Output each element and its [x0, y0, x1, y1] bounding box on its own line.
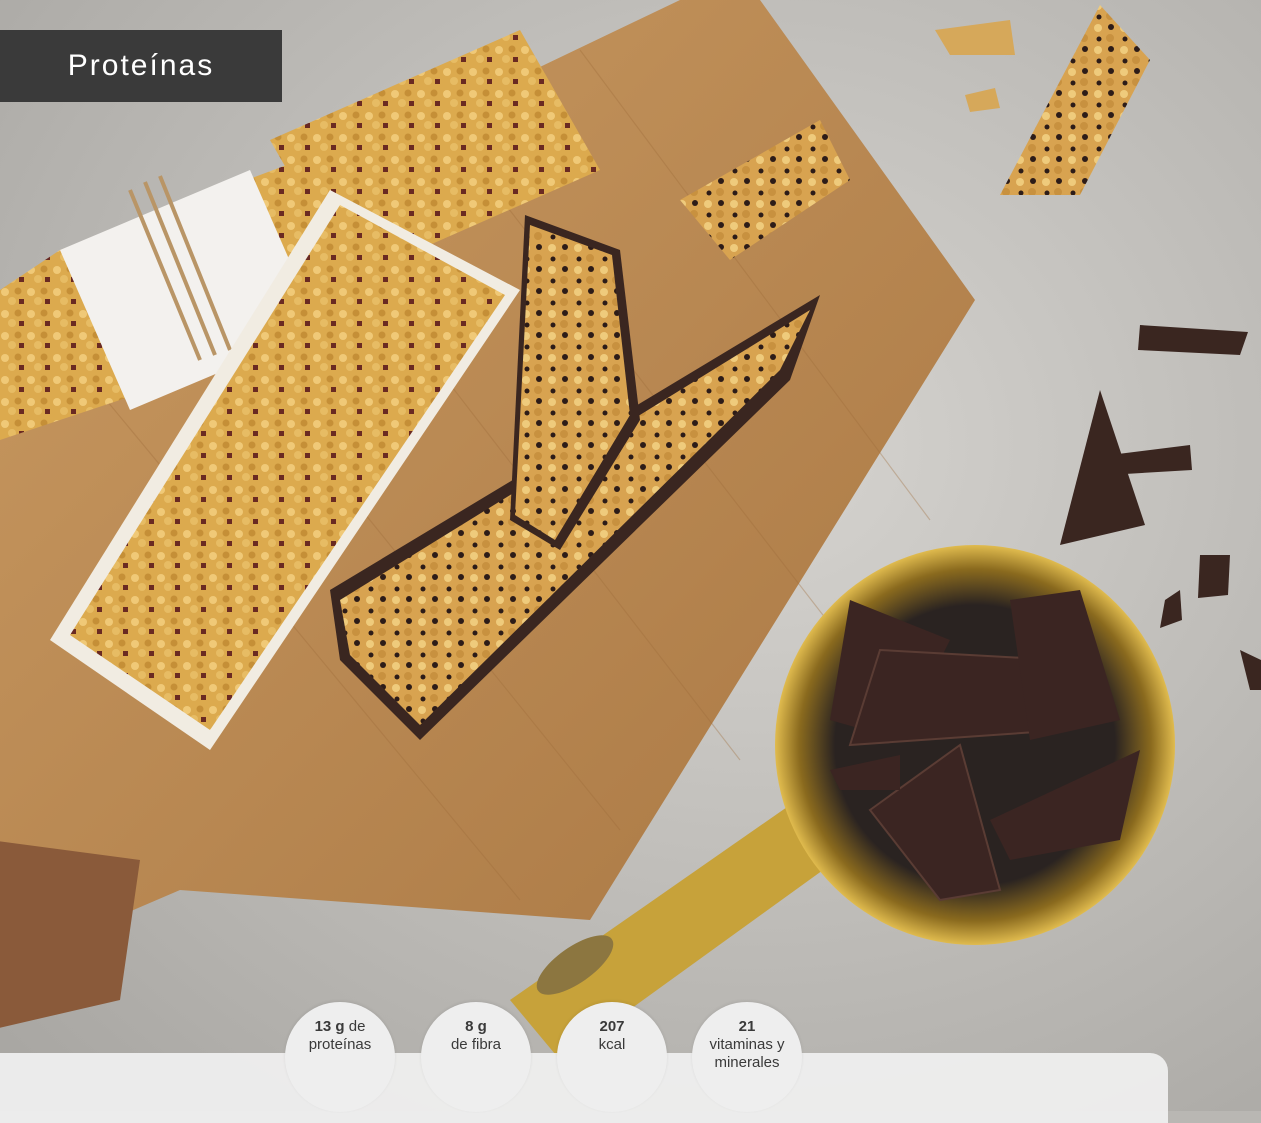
stat-kcal-value: 207: [599, 1018, 625, 1035]
stat-vitamins-label2: minerales: [714, 1054, 780, 1071]
stat-vitamins-value: 21: [738, 1018, 756, 1035]
category-badge-label: Proteínas: [67, 49, 215, 82]
stat-vitamins-label: vitaminas y: [709, 1036, 785, 1053]
stat-fiber-label: de fibra: [450, 1036, 502, 1053]
stat-fiber: 8 g de fibra: [421, 1002, 531, 1112]
category-badge: Proteínas: [0, 30, 282, 102]
stat-fiber-value: 8 g: [465, 1018, 487, 1035]
stat-protein-line1: 13 g de: [315, 1018, 366, 1036]
stat-protein-inline: de: [348, 1018, 366, 1035]
stat-protein-label: proteínas: [308, 1036, 372, 1053]
stat-kcal-label: kcal: [598, 1036, 626, 1053]
stat-protein: 13 g de proteínas: [285, 1002, 395, 1112]
stat-protein-value: 13 g: [314, 1018, 345, 1035]
stat-vitamins: 21 vitaminas y minerales: [692, 1002, 802, 1112]
stat-kcal: 207 kcal: [557, 1002, 667, 1112]
photo-background: [0, 0, 1261, 1111]
